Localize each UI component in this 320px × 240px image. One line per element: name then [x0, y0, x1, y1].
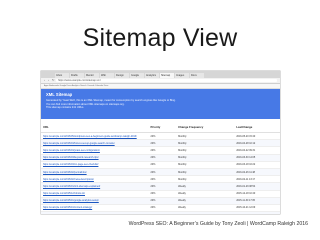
lastchange-cell: 2015-12-18 10:40 — [234, 190, 280, 198]
sitemap-url-link[interactable]: https://example.com/2016/03/on-page-seo-… — [41, 161, 149, 169]
change-frequency-cell: Monthly — [176, 146, 235, 155]
lastchange-cell: 2016-02-11 13:17 — [234, 175, 280, 184]
table-row: https://example.com/2015/11/google-analy… — [41, 197, 280, 205]
table-row: https://example.com/2016/01/xml-sitemaps… — [41, 182, 280, 191]
change-frequency-cell: Monthly — [176, 139, 235, 148]
sitemap-url-link[interactable]: https://example.com/2016/04/how-to-set-u… — [41, 139, 149, 148]
browser-tab[interactable]: Analytics — [145, 73, 159, 78]
table-row: https://example.com/2016/04/yoast-seo-co… — [41, 146, 280, 155]
table-row: https://example.com/2016/02/meta-descrip… — [41, 175, 280, 184]
lastchange-cell: 2016-03-18 16:22 — [234, 161, 280, 169]
tab-strip: Inbox Drafts Mentor Wiki Design Google Analyti… — [41, 71, 280, 78]
lastchange-cell: 2016-04-28 10:12 — [234, 139, 280, 148]
forward-icon[interactable]: › — [48, 79, 51, 82]
change-frequency-cell: Weekly — [176, 182, 235, 191]
change-frequency-cell: Monthly — [176, 175, 235, 184]
table-row: https://example.com/2016/02/permalinks/2… — [41, 168, 280, 177]
sitemap-table: URL Priority Change Frequency LastChange… — [41, 121, 280, 214]
change-frequency-cell: Monthly — [176, 168, 235, 177]
lastchange-cell: 2016-05-20 15:40 — [234, 132, 280, 141]
priority-cell: 20% — [148, 146, 177, 155]
browser-tab[interactable]: Mentor — [85, 73, 99, 78]
priority-cell: 20% — [148, 190, 177, 198]
table-row: https://example.com/2016/05/wordpress-se… — [41, 132, 280, 141]
sitemap-url-link[interactable]: https://example.com/2016/05/wordpress-se… — [41, 132, 149, 141]
table-row: https://example.com/2015/10/content-stra… — [41, 204, 280, 213]
sitemap-url-link[interactable]: https://example.com/2016/04/yoast-seo-co… — [41, 146, 149, 155]
sitemap-url-link[interactable]: https://example.com/2015/09/wordpress-pl… — [41, 211, 149, 214]
sitemap-url-link[interactable]: https://example.com/2015/10/content-stra… — [41, 204, 149, 213]
lastchange-cell: 2016-03-30 14:05 — [234, 154, 280, 162]
change-frequency-cell: Weekly — [176, 197, 235, 205]
lastchange-cell: 2016-04-22 09:31 — [234, 146, 280, 155]
url-input[interactable]: https://www.example.com/sitemap.xml — [56, 78, 277, 83]
browser-tab[interactable]: Images — [175, 73, 189, 78]
priority-cell: 20% — [148, 182, 177, 191]
browser-tab[interactable]: Drafts — [70, 73, 84, 78]
sitemap-heading: XML Sitemap — [46, 92, 73, 97]
change-frequency-cell: Weekly — [176, 211, 235, 214]
sitemap-url-link[interactable]: https://example.com/2016/03/keyword-rese… — [41, 154, 149, 162]
table-row: https://example.com/2016/04/how-to-set-u… — [41, 139, 280, 148]
priority-cell: 20% — [148, 211, 177, 214]
table-row: https://example.com/2015/12/robots-txt/2… — [41, 190, 280, 198]
change-frequency-cell: Monthly — [176, 132, 235, 141]
browser-tab[interactable]: Google — [130, 73, 144, 78]
priority-cell: 20% — [148, 139, 177, 148]
back-icon[interactable]: ‹ — [44, 79, 47, 82]
table-header-row: URL Priority Change Frequency LastChange — [41, 121, 280, 133]
priority-cell: 20% — [148, 197, 177, 205]
footer-credit: WordPress SEO: A Beginner’s Guide by Ton… — [128, 221, 308, 227]
lastchange-cell: 2015-11-30 17:05 — [234, 197, 280, 205]
sitemap-url-link[interactable]: https://example.com/2015/12/robots-txt/ — [41, 190, 149, 198]
browser-tab[interactable]: Wiki — [100, 73, 114, 78]
priority-cell: 20% — [148, 175, 177, 184]
change-frequency-cell: Monthly — [176, 154, 235, 162]
sitemap-header: XML Sitemap Generated by Yoast SEO, this… — [41, 89, 280, 119]
reload-icon[interactable]: ↻ — [52, 79, 55, 82]
change-frequency-cell: Weekly — [176, 204, 235, 213]
lastchange-cell: 2015-09-14 15:33 — [234, 211, 280, 214]
sitemap-url-link[interactable]: https://example.com/2016/02/permalinks/ — [41, 168, 149, 177]
browser-tab[interactable]: Inbox — [55, 73, 69, 78]
browser-window: Inbox Drafts Mentor Wiki Design Google Analyti… — [41, 71, 280, 214]
lastchange-cell: 2016-01-29 08:54 — [234, 182, 280, 191]
lastchange-cell: 2016-02-26 11:48 — [234, 168, 280, 177]
change-frequency-cell: Weekly — [176, 190, 235, 198]
sitemap-url-link[interactable]: https://example.com/2015/11/google-analy… — [41, 197, 149, 205]
priority-cell: 20% — [148, 154, 177, 162]
priority-cell: 20% — [148, 204, 177, 213]
table-row: https://example.com/2016/03/on-page-seo-… — [41, 161, 280, 169]
column-header-change-frequency: Change Frequency — [176, 121, 235, 133]
priority-cell: 20% — [148, 132, 177, 141]
priority-cell: 20% — [148, 161, 177, 169]
column-header-lastchange: LastChange — [234, 121, 280, 133]
priority-cell: 20% — [148, 168, 177, 177]
sitemap-url-count: This sitemap contains 241 URLs. — [46, 106, 85, 110]
browser-tab[interactable]: Design — [115, 73, 129, 78]
table-row: https://example.com/2015/09/wordpress-pl… — [41, 211, 280, 214]
browser-tab[interactable]: Docs — [190, 73, 204, 78]
column-header-priority: Priority — [148, 121, 177, 133]
browser-tab[interactable]: Sitemap — [160, 73, 174, 78]
sitemap-url-link[interactable]: https://example.com/2016/02/meta-descrip… — [41, 175, 149, 184]
change-frequency-cell: Monthly — [176, 161, 235, 169]
sitemap-url-link[interactable]: https://example.com/2016/01/xml-sitemaps… — [41, 182, 149, 191]
slide-title: Sitemap View — [82, 24, 238, 52]
table-row: https://example.com/2016/03/keyword-rese… — [41, 154, 280, 162]
column-header-url: URL — [41, 121, 149, 133]
lastchange-cell: 2015-10-21 12:09 — [234, 204, 280, 213]
sitemap-rows: https://example.com/2016/05/wordpress-se… — [41, 132, 280, 214]
